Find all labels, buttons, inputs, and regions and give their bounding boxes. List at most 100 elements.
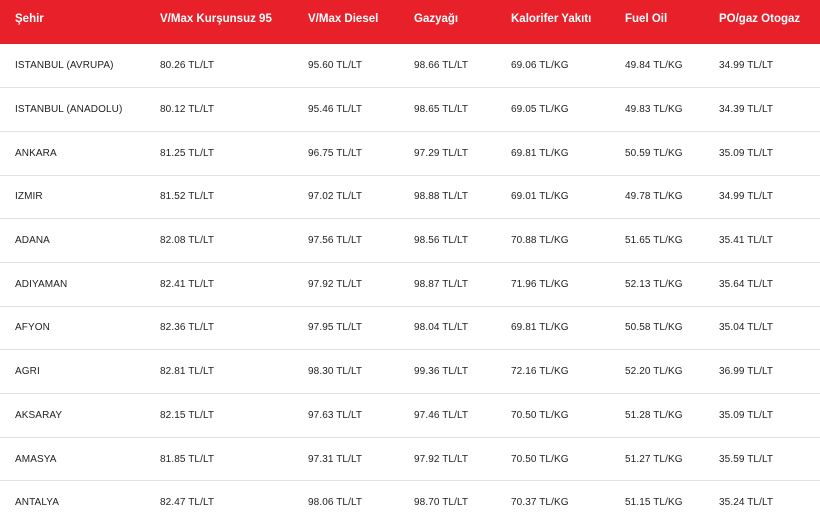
- cell-city: AKSARAY: [15, 409, 63, 421]
- header-city: Şehir: [15, 13, 44, 25]
- cell-lpg: 35.64 TL/LT: [719, 278, 774, 290]
- cell-gasoline-95: 82.15 TL/LT: [160, 409, 215, 421]
- cell-fuel-oil: 51.65 TL/KG: [625, 235, 683, 247]
- table-row: ADANA 82.08 TL/LT 97.56 TL/LT 98.56 TL/LT 70…: [0, 219, 820, 263]
- cell-city: AMASYA: [15, 453, 57, 465]
- cell-kerosene: 97.92 TL/LT: [414, 453, 469, 465]
- cell-heating-oil: 70.50 TL/KG: [511, 409, 569, 421]
- cell-heating-oil: 70.37 TL/KG: [511, 497, 569, 509]
- header-diesel: V/Max Diesel: [308, 13, 379, 25]
- cell-city: ANTALYA: [15, 497, 60, 509]
- cell-diesel: 97.95 TL/LT: [308, 322, 363, 334]
- cell-kerosene: 98.70 TL/LT: [414, 497, 469, 509]
- cell-city: ISTANBUL (AVRUPA): [15, 60, 114, 72]
- cell-fuel-oil: 51.28 TL/KG: [625, 409, 683, 421]
- table-row: ISTANBUL (ANADOLU) 80.12 TL/LT 95.46 TL/LT…: [0, 88, 820, 132]
- cell-lpg: 35.04 TL/LT: [719, 322, 774, 334]
- cell-lpg: 35.59 TL/LT: [719, 453, 774, 465]
- cell-heating-oil: 69.81 TL/KG: [511, 147, 569, 159]
- cell-city: ADANA: [15, 235, 50, 247]
- cell-gasoline-95: 81.85 TL/LT: [160, 453, 215, 465]
- cell-heating-oil: 69.01 TL/KG: [511, 191, 569, 203]
- cell-lpg: 34.99 TL/LT: [719, 191, 774, 203]
- cell-city: ANKARA: [15, 147, 57, 159]
- cell-diesel: 97.92 TL/LT: [308, 278, 363, 290]
- table-header: Şehir V/Max Kurşunsuz 95 V/Max Diesel Ga…: [0, 0, 820, 44]
- cell-fuel-oil: 50.58 TL/KG: [625, 322, 683, 334]
- cell-heating-oil: 69.06 TL/KG: [511, 60, 569, 72]
- cell-kerosene: 98.04 TL/LT: [414, 322, 469, 334]
- fuel-price-table-container: Şehir V/Max Kurşunsuz 95 V/Max Diesel Ga…: [0, 0, 820, 523]
- cell-gasoline-95: 81.52 TL/LT: [160, 191, 215, 203]
- cell-city: AGRI: [15, 366, 40, 378]
- cell-lpg: 36.99 TL/LT: [719, 366, 774, 378]
- cell-diesel: 95.46 TL/LT: [308, 104, 363, 116]
- cell-gasoline-95: 81.25 TL/LT: [160, 147, 215, 159]
- cell-diesel: 97.02 TL/LT: [308, 191, 363, 203]
- cell-lpg: 35.09 TL/LT: [719, 147, 774, 159]
- cell-gasoline-95: 80.26 TL/LT: [160, 60, 215, 72]
- cell-fuel-oil: 52.13 TL/KG: [625, 278, 683, 290]
- cell-diesel: 97.63 TL/LT: [308, 409, 363, 421]
- cell-fuel-oil: 51.27 TL/KG: [625, 453, 683, 465]
- cell-city: AFYON: [15, 322, 50, 334]
- cell-fuel-oil: 50.59 TL/KG: [625, 147, 683, 159]
- cell-fuel-oil: 49.84 TL/KG: [625, 60, 683, 72]
- cell-gasoline-95: 82.08 TL/LT: [160, 235, 215, 247]
- cell-kerosene: 98.56 TL/LT: [414, 235, 469, 247]
- cell-kerosene: 97.46 TL/LT: [414, 409, 469, 421]
- cell-kerosene: 99.36 TL/LT: [414, 366, 469, 378]
- cell-gasoline-95: 82.47 TL/LT: [160, 497, 215, 509]
- header-gasoline-95: V/Max Kurşunsuz 95: [160, 13, 272, 25]
- cell-fuel-oil: 51.15 TL/KG: [625, 497, 683, 509]
- table-row: AGRI 82.81 TL/LT 98.30 TL/LT 99.36 TL/LT 72.…: [0, 350, 820, 394]
- cell-fuel-oil: 49.78 TL/KG: [625, 191, 683, 203]
- cell-diesel: 96.75 TL/LT: [308, 147, 363, 159]
- cell-heating-oil: 72.16 TL/KG: [511, 366, 569, 378]
- table-body: ISTANBUL (AVRUPA) 80.26 TL/LT 95.60 TL/LT 9…: [0, 44, 820, 523]
- header-fuel-oil: Fuel Oil: [625, 13, 668, 25]
- table-row: ISTANBUL (AVRUPA) 80.26 TL/LT 95.60 TL/LT 9…: [0, 44, 820, 88]
- table-row: ANTALYA 82.47 TL/LT 98.06 TL/LT 98.70 TL/LT…: [0, 481, 820, 523]
- fuel-price-table: Şehir V/Max Kurşunsuz 95 V/Max Diesel Ga…: [0, 0, 820, 523]
- cell-heating-oil: 71.96 TL/KG: [511, 278, 569, 290]
- cell-lpg: 35.41 TL/LT: [719, 235, 774, 247]
- cell-diesel: 98.06 TL/LT: [308, 497, 363, 509]
- cell-diesel: 97.31 TL/LT: [308, 453, 363, 465]
- cell-kerosene: 98.65 TL/LT: [414, 104, 469, 116]
- cell-heating-oil: 70.50 TL/KG: [511, 453, 569, 465]
- cell-heating-oil: 69.81 TL/KG: [511, 322, 569, 334]
- cell-gasoline-95: 82.36 TL/LT: [160, 322, 215, 334]
- cell-city: IZMIR: [15, 191, 43, 203]
- cell-lpg: 35.09 TL/LT: [719, 409, 774, 421]
- cell-kerosene: 98.88 TL/LT: [414, 191, 469, 203]
- cell-gasoline-95: 82.81 TL/LT: [160, 366, 215, 378]
- cell-diesel: 95.60 TL/LT: [308, 60, 363, 72]
- cell-heating-oil: 70.88 TL/KG: [511, 235, 569, 247]
- table-row: AKSARAY 82.15 TL/LT 97.63 TL/LT 97.46 TL/LT…: [0, 394, 820, 438]
- cell-fuel-oil: 52.20 TL/KG: [625, 366, 683, 378]
- cell-lpg: 35.24 TL/LT: [719, 497, 774, 509]
- cell-diesel: 97.56 TL/LT: [308, 235, 363, 247]
- table-row: ANKARA 81.25 TL/LT 96.75 TL/LT 97.29 TL/LT 6…: [0, 131, 820, 176]
- cell-lpg: 34.99 TL/LT: [719, 60, 774, 72]
- cell-kerosene: 97.29 TL/LT: [414, 147, 469, 159]
- cell-lpg: 34.39 TL/LT: [719, 104, 774, 116]
- header-row: Şehir V/Max Kurşunsuz 95 V/Max Diesel Ga…: [0, 0, 820, 44]
- table-row: AMASYA 81.85 TL/LT 97.31 TL/LT 97.92 TL/LT 7…: [0, 437, 820, 481]
- table-row: ADIYAMAN 82.41 TL/LT 97.92 TL/LT 98.87 TL/L…: [0, 262, 820, 307]
- header-heating-oil: Kalorifer Yakıtı: [511, 13, 592, 25]
- cell-kerosene: 98.66 TL/LT: [414, 60, 469, 72]
- header-kerosene: Gazyağı: [414, 13, 459, 25]
- header-lpg: PO/gaz Otogaz: [719, 13, 801, 25]
- cell-gasoline-95: 80.12 TL/LT: [160, 104, 215, 116]
- cell-city: ADIYAMAN: [15, 278, 68, 290]
- cell-fuel-oil: 49.83 TL/KG: [625, 104, 683, 116]
- cell-kerosene: 98.87 TL/LT: [414, 278, 469, 290]
- table-row: IZMIR 81.52 TL/LT 97.02 TL/LT 98.88 TL/LT 69…: [0, 175, 820, 219]
- cell-heating-oil: 69.05 TL/KG: [511, 104, 569, 116]
- cell-gasoline-95: 82.41 TL/LT: [160, 278, 215, 290]
- cell-city: ISTANBUL (ANADOLU): [15, 104, 123, 116]
- cell-diesel: 98.30 TL/LT: [308, 366, 363, 378]
- table-row: AFYON 82.36 TL/LT 97.95 TL/LT 98.04 TL/LT 69…: [0, 306, 820, 350]
